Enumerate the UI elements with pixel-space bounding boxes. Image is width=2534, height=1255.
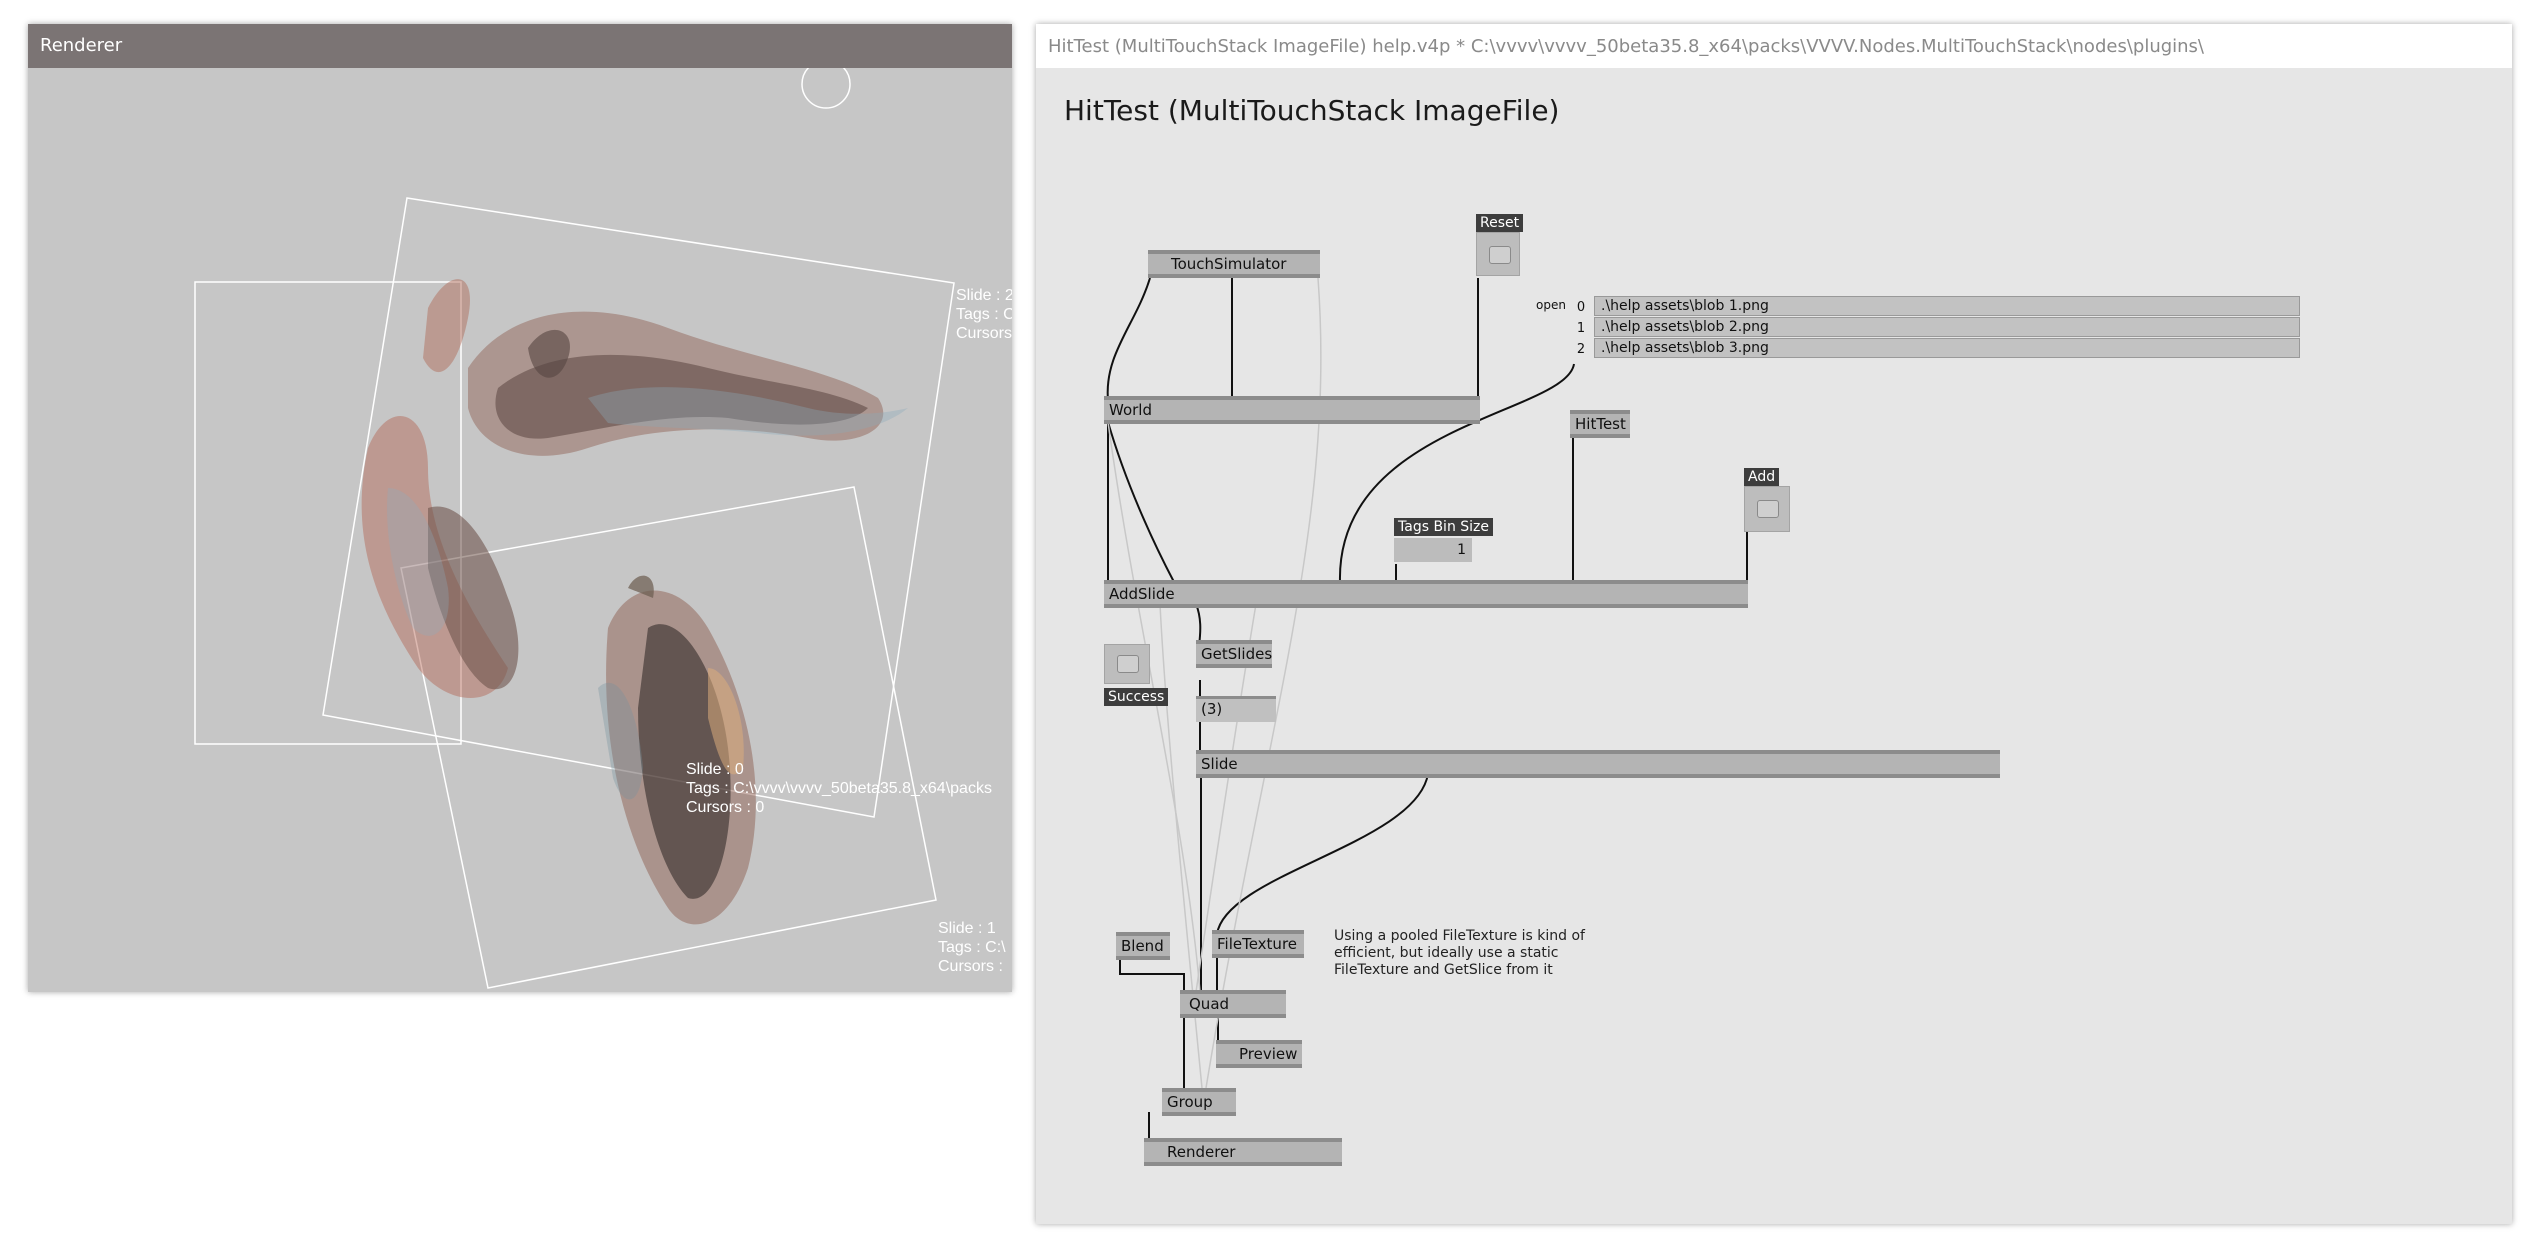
touchsimulator-label: TouchSimulator <box>1171 255 1287 273</box>
blob-image-2 <box>423 279 908 456</box>
open-label: open <box>1536 298 1566 312</box>
file-list[interactable]: 0 .\help assets\blob 1.png 1 .\help asse… <box>1570 294 2306 364</box>
slide-2-name: Slide : 2 <box>956 287 1012 304</box>
touchsimulator-node[interactable]: TouchSimulator <box>1148 250 1320 278</box>
renderer-window[interactable]: Renderer Slide: 2 Tags: C Cursors Slid… <box>28 24 1012 992</box>
renderer-canvas[interactable]: Slide : 2 Tags : C Cursors Slide : 0 Tag… <box>28 68 1012 992</box>
patch-window[interactable]: HitTest (MultiTouchStack ImageFile) help… <box>1036 24 2512 1224</box>
filetexture-node[interactable]: FileTexture <box>1212 930 1304 958</box>
slide-2-cursors: Cursors <box>956 325 1012 342</box>
preview-node[interactable]: Preview <box>1216 1040 1302 1068</box>
touch-cursor-circle <box>801 68 851 109</box>
slide-2-tags: Tags : C <box>956 306 1012 323</box>
hittest-label: HitTest <box>1575 415 1626 433</box>
blend-label: Blend <box>1121 937 1164 955</box>
add-bang-button[interactable] <box>1744 486 1790 532</box>
group-label: Group <box>1167 1093 1213 1111</box>
quad-label: Quad <box>1189 995 1230 1013</box>
add-label: Add <box>1744 468 1780 486</box>
reset-label: Reset <box>1476 214 1524 232</box>
world-node[interactable]: World <box>1104 396 1480 424</box>
renderer-node[interactable]: Renderer <box>1144 1138 1342 1166</box>
filetexture-label: FileTexture <box>1217 935 1298 953</box>
spread-count-node[interactable]: (3) <box>1196 696 1276 722</box>
group-node[interactable]: Group <box>1162 1088 1236 1116</box>
addslide-label: AddSlide <box>1109 585 1175 603</box>
file-row-1[interactable]: .\help assets\blob 2.png <box>1594 317 2300 337</box>
renderer-titlebar[interactable]: Renderer <box>28 24 1012 68</box>
slide-1-label: Slide : 1 Tags : C:\ Cursors : <box>938 920 1006 975</box>
patch-heading: HitTest (MultiTouchStack ImageFile) <box>1064 94 1560 127</box>
tags-bin-size-value[interactable]: 1 <box>1394 538 1472 562</box>
preview-label: Preview <box>1239 1045 1298 1063</box>
success-toggle[interactable] <box>1104 644 1150 684</box>
getslides-label: GetSlides <box>1201 645 1273 663</box>
addslide-node[interactable]: AddSlide <box>1104 580 1748 608</box>
tags-bin-size-label: Tags Bin Size <box>1394 518 1493 536</box>
slide-node[interactable]: Slide <box>1196 750 2000 778</box>
blend-node[interactable]: Blend <box>1116 932 1170 960</box>
world-label: World <box>1109 401 1152 419</box>
reset-bang-button[interactable] <box>1476 232 1520 276</box>
renderer-node-label: Renderer <box>1167 1143 1236 1161</box>
slide-1-cursors: Cursors : <box>938 958 1003 975</box>
file-row-0[interactable]: .\help assets\blob 1.png <box>1594 296 2300 316</box>
patch-window-title: HitTest (MultiTouchStack ImageFile) help… <box>1048 36 2204 57</box>
hittest-node[interactable]: HitTest <box>1570 410 1630 438</box>
patch-titlebar[interactable]: HitTest (MultiTouchStack ImageFile) help… <box>1036 24 2512 68</box>
filetexture-comment: Using a pooled FileTexture is kind of ef… <box>1334 928 1585 978</box>
slide-0-name: Slide : 0 <box>686 761 744 778</box>
slide-0-label: Slide : 0 Tags : C:\vvvv\vvvv_50beta35.8… <box>686 761 992 816</box>
slide-1-tags: Tags : C:\ <box>938 939 1006 956</box>
slide-1-name: Slide : 1 <box>938 920 996 937</box>
success-label: Success <box>1104 688 1169 706</box>
getslides-node[interactable]: GetSlides <box>1196 640 1272 668</box>
slide-2-label: Slide : 2 Tags : C Cursors <box>956 287 1012 342</box>
slide-0-cursors: Cursors : 0 <box>686 799 764 816</box>
blob-image-1 <box>361 415 519 698</box>
file-row-2[interactable]: .\help assets\blob 3.png <box>1594 338 2300 358</box>
spread-count-label: (3) <box>1201 700 1223 718</box>
blob-image-3 <box>598 575 756 925</box>
slide-0-tags: Tags : C:\vvvv\vvvv_50beta35.8_x64\packs <box>686 780 992 797</box>
quad-node[interactable]: Quad <box>1180 990 1286 1018</box>
slide-label: Slide <box>1201 755 1238 773</box>
render-output: Slide : 2 Tags : C Cursors Slide : 0 Tag… <box>194 68 1012 989</box>
renderer-title: Renderer <box>40 35 123 56</box>
